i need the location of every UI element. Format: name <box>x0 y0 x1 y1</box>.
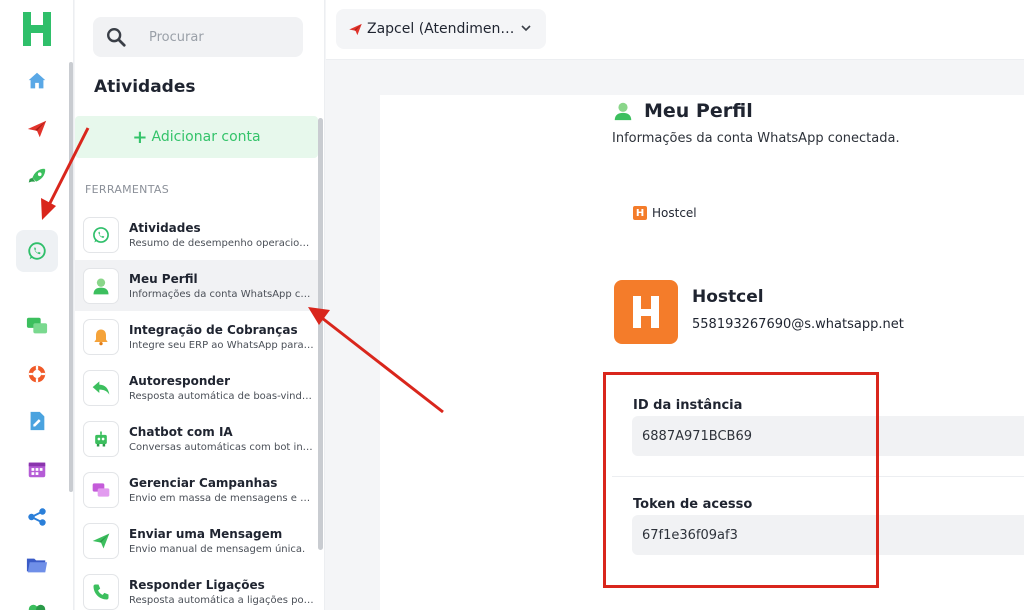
profile-card: Meu Perfil Informações da conta WhatsApp… <box>380 95 1024 610</box>
instance-id-field[interactable]: 6887A971BCB69 <box>632 416 1024 456</box>
logo-icon[interactable] <box>20 10 54 48</box>
page-title: Meu Perfil <box>644 100 753 122</box>
user-icon <box>83 267 119 304</box>
tool-title: Gerenciar Campanhas <box>129 475 278 490</box>
tool-desc: Resumo de desempenho operacional e ativi… <box>129 237 315 249</box>
tool-desc: Conversas automáticas com bot inteligent… <box>129 441 315 453</box>
logo-icon <box>633 296 659 328</box>
account-phone: 558193267690@s.whatsapp.net <box>692 317 904 332</box>
account-name: Hostcel <box>692 287 764 307</box>
search-input[interactable] <box>149 29 289 45</box>
top-bar: Zapcel (Atendimento) <box>326 0 1024 60</box>
account-selector-label: Zapcel (Atendimento) <box>367 21 517 37</box>
tool-item-integracao-cobrancas[interactable]: Integração de Cobranças Integre seu ERP … <box>75 311 318 362</box>
tool-title: Integração de Cobranças <box>129 322 298 337</box>
rail-scrollbar[interactable] <box>69 62 73 492</box>
plus-icon: + <box>132 126 148 148</box>
account-selector[interactable]: Zapcel (Atendimento) <box>336 9 546 49</box>
send-icon <box>83 522 119 559</box>
instance-id-label: ID da instância <box>633 398 743 413</box>
tool-desc: Resposta automática a ligações por Whats… <box>129 594 315 606</box>
chevron-down-icon <box>521 25 531 32</box>
chat-icon[interactable] <box>16 305 58 347</box>
tool-item-atividades[interactable]: Atividades Resumo de desempenho operacio… <box>75 209 318 260</box>
user-icon <box>614 102 632 121</box>
document-icon[interactable] <box>16 400 58 442</box>
tools-icon[interactable] <box>16 592 58 610</box>
whatsapp-icon[interactable] <box>16 230 58 272</box>
avatar <box>614 280 678 344</box>
tool-title: Responder Ligações <box>129 577 265 592</box>
divider <box>612 476 1024 477</box>
tool-item-responder-ligacoes[interactable]: Responder Ligações Resposta automática a… <box>75 566 318 610</box>
folder-icon[interactable] <box>16 544 58 586</box>
access-token-field[interactable]: 67f1e36f09af3 <box>632 515 1024 555</box>
campaign-icon <box>83 471 119 508</box>
tool-title: Atividades <box>129 220 201 235</box>
tool-desc: Envio em massa de mensagens e anúncios <box>129 492 315 504</box>
phone-icon <box>83 573 119 610</box>
icon-rail <box>0 0 74 610</box>
page-subtitle: Informações da conta WhatsApp conectada. <box>612 131 900 146</box>
tool-list: Atividades Resumo de desempenho operacio… <box>75 209 318 610</box>
home-icon[interactable] <box>16 60 58 102</box>
add-account-button[interactable]: + Adicionar conta <box>75 116 318 158</box>
tool-desc: Envio manual de mensagem única. <box>129 543 306 555</box>
tool-item-gerenciar-campanhas[interactable]: Gerenciar Campanhas Envio em massa de me… <box>75 464 318 515</box>
tool-desc: Resposta automática de boas-vindas e aus… <box>129 390 315 402</box>
search-icon <box>107 28 126 47</box>
tool-title: Enviar uma Mensagem <box>129 526 283 541</box>
share-icon[interactable] <box>16 496 58 538</box>
brand-logo-icon: H <box>633 206 647 220</box>
search-box[interactable] <box>93 17 303 57</box>
tool-title: Meu Perfil <box>129 271 198 286</box>
rocket-icon[interactable] <box>16 156 58 198</box>
robot-icon <box>83 420 119 457</box>
tool-desc: Integre seu ERP ao WhatsApp para automat… <box>129 339 315 351</box>
panel-title: Atividades <box>94 77 196 97</box>
brand-name: Hostcel <box>652 206 697 220</box>
activities-panel: Atividades + Adicionar conta FERRAMENTAS… <box>75 0 325 610</box>
send-icon <box>349 23 362 35</box>
tool-item-autoresponder[interactable]: Autoresponder Resposta automática de boa… <box>75 362 318 413</box>
brand-label: H Hostcel <box>633 206 697 220</box>
reply-icon <box>83 369 119 406</box>
tool-title: Autoresponder <box>129 373 231 388</box>
tool-title: Chatbot com IA <box>129 424 233 439</box>
panel-scrollbar[interactable] <box>318 118 323 550</box>
support-icon[interactable] <box>16 353 58 395</box>
tool-desc: Informações da conta WhatsApp conectada. <box>129 288 315 300</box>
whatsapp-icon <box>83 216 119 253</box>
add-account-label: Adicionar conta <box>151 129 261 145</box>
access-token-label: Token de acesso <box>633 497 753 512</box>
send-icon[interactable] <box>16 108 58 150</box>
tool-item-meu-perfil[interactable]: Meu Perfil Informações da conta WhatsApp… <box>75 260 318 311</box>
tool-item-enviar-mensagem[interactable]: Enviar uma Mensagem Envio manual de mens… <box>75 515 318 566</box>
calendar-icon[interactable] <box>16 448 58 490</box>
tool-item-chatbot-ia[interactable]: Chatbot com IA Conversas automáticas com… <box>75 413 318 464</box>
section-label-tools: FERRAMENTAS <box>85 183 169 196</box>
bell-icon <box>83 318 119 355</box>
